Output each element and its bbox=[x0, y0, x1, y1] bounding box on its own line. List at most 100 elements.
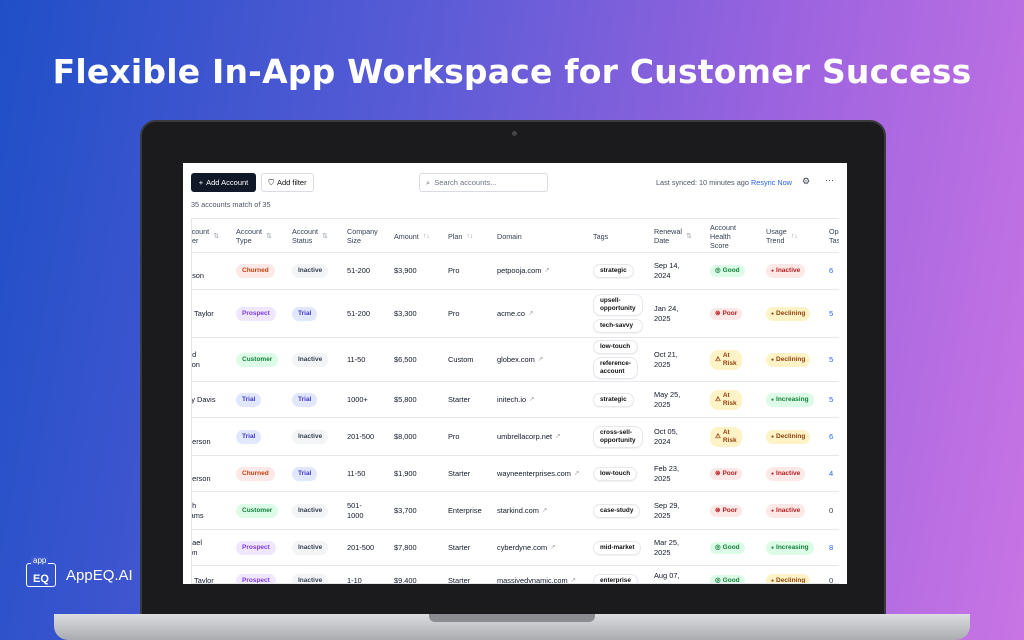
account-status-badge: Inactive bbox=[292, 429, 329, 444]
open-tasks-count[interactable]: 6 bbox=[829, 432, 833, 442]
gear-icon[interactable]: ⚙ bbox=[802, 176, 810, 187]
external-link-icon[interactable]: ↗ bbox=[528, 309, 533, 319]
open-tasks-count[interactable]: 6 bbox=[829, 266, 833, 276]
owner-name: k derson bbox=[192, 436, 211, 446]
domain-link[interactable]: starkind.com bbox=[497, 506, 539, 516]
sort-icon[interactable]: ⇅ bbox=[266, 232, 272, 241]
health-label: Good bbox=[722, 576, 740, 584]
sort-icon[interactable]: ⇅ bbox=[213, 232, 219, 241]
open-tasks-count[interactable]: 5 bbox=[829, 309, 833, 319]
more-options-icon[interactable]: ⋯ bbox=[825, 175, 834, 186]
sort-icon[interactable]: ↑↓ bbox=[466, 232, 473, 241]
column-header[interactable]: Usage Trend ↑↓ bbox=[766, 219, 829, 253]
table-row[interactable]: ah iams Customer Inactive 501- 1000 $3,700 En… bbox=[192, 492, 839, 530]
trend-dot-icon: ● bbox=[771, 396, 775, 403]
column-header[interactable]: Amount ↑↓ bbox=[394, 219, 448, 253]
table-row[interactable]: n Taylor Prospect Trial 51-200 $3,300 Pro acme… bbox=[192, 290, 839, 338]
column-header-label: Usage Trend bbox=[766, 227, 787, 245]
company-size: 51-200 bbox=[347, 266, 371, 275]
sort-icon[interactable]: ⇅ bbox=[322, 232, 328, 241]
column-header[interactable]: Account Type ⇅ bbox=[236, 219, 292, 253]
column-header-label: Amount bbox=[394, 231, 419, 241]
health-score-badge: ◎ Good bbox=[710, 265, 745, 277]
amount: $3,900 bbox=[394, 266, 417, 275]
account-type-badge: Trial bbox=[236, 392, 262, 407]
owner-name: a derson bbox=[192, 464, 211, 483]
account-type-badge: Prospect bbox=[236, 306, 276, 321]
domain-link[interactable]: massivedynamic.com bbox=[497, 576, 568, 584]
external-link-icon[interactable]: ↗ bbox=[538, 355, 543, 365]
add-account-button[interactable]: + Add Account bbox=[191, 173, 256, 192]
column-header[interactable]: ccount ner⇅ bbox=[191, 219, 232, 253]
table-row[interactable]: k derson Trial Inactive 201-500 $8,000 Pro umb… bbox=[192, 418, 839, 456]
tags: low-touch reference- account bbox=[593, 340, 638, 379]
table-row[interactable]: n Taylor Prospect Inactive 1-10 $9,400 Starte… bbox=[192, 566, 839, 584]
external-link-icon[interactable]: ↗ bbox=[571, 576, 576, 584]
health-icon: ⚠ bbox=[715, 432, 721, 440]
domain-link[interactable]: cyberdyne.com bbox=[497, 543, 547, 553]
sort-icon[interactable]: ↑↓ bbox=[423, 232, 430, 241]
table-row[interactable]: a derson Churned Trial 11-50 $1,900 Starter wa… bbox=[192, 456, 839, 492]
external-link-icon[interactable]: ↗ bbox=[529, 395, 534, 405]
account-status-badge: Trial bbox=[292, 466, 318, 481]
open-tasks-count[interactable]: 8 bbox=[829, 543, 833, 553]
open-tasks-count[interactable]: 5 bbox=[829, 355, 833, 365]
plan: Pro bbox=[448, 266, 460, 275]
domain-link[interactable]: globex.com bbox=[497, 355, 535, 365]
owner-name: n Taylor bbox=[192, 308, 214, 318]
health-label: At Risk bbox=[722, 428, 737, 444]
health-score-badge: ⚠ At Risk bbox=[710, 389, 742, 410]
table-row[interactable]: ily Davis Trial Trial 1000+ $5,800 Starter ini… bbox=[192, 382, 839, 418]
company-size: 51-200 bbox=[347, 308, 371, 318]
search-input[interactable]: ⌕ Search accounts... bbox=[419, 173, 548, 192]
trend-dot-icon: ● bbox=[771, 310, 775, 317]
column-header: Tags bbox=[593, 219, 654, 253]
column-header-label: Tags bbox=[593, 231, 609, 241]
open-tasks-count[interactable]: 0 bbox=[829, 506, 833, 516]
camera-icon bbox=[512, 131, 517, 136]
domain-link[interactable]: acme.co bbox=[497, 309, 525, 319]
add-filter-button[interactable]: ⛉ Add filter bbox=[261, 173, 314, 192]
tags: cross-sell- opportunity bbox=[593, 425, 643, 448]
resync-now-link[interactable]: Resync Now bbox=[751, 178, 792, 187]
open-tasks-count[interactable]: 4 bbox=[829, 469, 833, 479]
domain-link[interactable]: initech.io bbox=[497, 395, 526, 405]
open-tasks-count[interactable]: 0 bbox=[829, 576, 833, 584]
open-tasks-count[interactable]: 5 bbox=[829, 395, 833, 405]
table-row[interactable]: k nson Churned Inactive 51-200 $3,900 Pro petp… bbox=[192, 253, 839, 290]
tag-chip: upsell- opportunity bbox=[593, 294, 643, 316]
external-link-icon[interactable]: ↗ bbox=[574, 469, 579, 479]
tag-chip: low-touch bbox=[593, 466, 638, 481]
domain-link[interactable]: wayneenterprises.com bbox=[497, 469, 571, 479]
column-header: Ope Tas bbox=[829, 219, 839, 253]
tags: low-touch bbox=[593, 466, 638, 481]
sort-icon[interactable]: ⇅ bbox=[686, 232, 692, 241]
usage-trend-badge: ● Increasing bbox=[766, 540, 814, 555]
tag-chip: case-study bbox=[593, 503, 641, 518]
external-link-icon[interactable]: ↗ bbox=[542, 506, 547, 516]
domain-link[interactable]: petpooja.com bbox=[497, 266, 541, 276]
company-size: 501- 1000 bbox=[347, 500, 364, 520]
account-status-badge: Trial bbox=[292, 306, 318, 321]
usage-trend-badge: ● Inactive bbox=[766, 503, 806, 518]
trend-label: Declining bbox=[776, 355, 806, 363]
logo-mark-text: EQ bbox=[33, 573, 49, 585]
column-header-label: ccount ner bbox=[191, 227, 210, 245]
external-link-icon[interactable]: ↗ bbox=[555, 432, 560, 442]
usage-trend-badge: ● Declining bbox=[766, 352, 811, 367]
column-header[interactable]: Renewal Date ⇅ bbox=[654, 219, 710, 253]
table-row[interactable]: rid son Customer Inactive 11-50 $6,500 Custom… bbox=[192, 338, 839, 382]
external-link-icon[interactable]: ↗ bbox=[544, 266, 549, 276]
external-link-icon[interactable]: ↗ bbox=[550, 543, 555, 553]
search-placeholder: Search accounts... bbox=[434, 178, 497, 187]
health-icon: ⚠ bbox=[715, 355, 721, 363]
health-icon: ⊗ bbox=[715, 469, 721, 477]
table-row[interactable]: hael wn Prospect Inactive 201-500 $7,800 Star… bbox=[192, 530, 839, 566]
health-score-badge: ⚠ At Risk bbox=[710, 349, 742, 370]
column-header[interactable]: Account Status ⇅ bbox=[292, 219, 347, 253]
column-header[interactable]: Plan ↑↓ bbox=[448, 219, 497, 253]
health-icon: ◎ bbox=[715, 543, 721, 551]
tags: strategic bbox=[593, 392, 634, 407]
domain-link[interactable]: umbrellacorp.net bbox=[497, 432, 552, 442]
sort-icon[interactable]: ↑↓ bbox=[791, 232, 798, 241]
